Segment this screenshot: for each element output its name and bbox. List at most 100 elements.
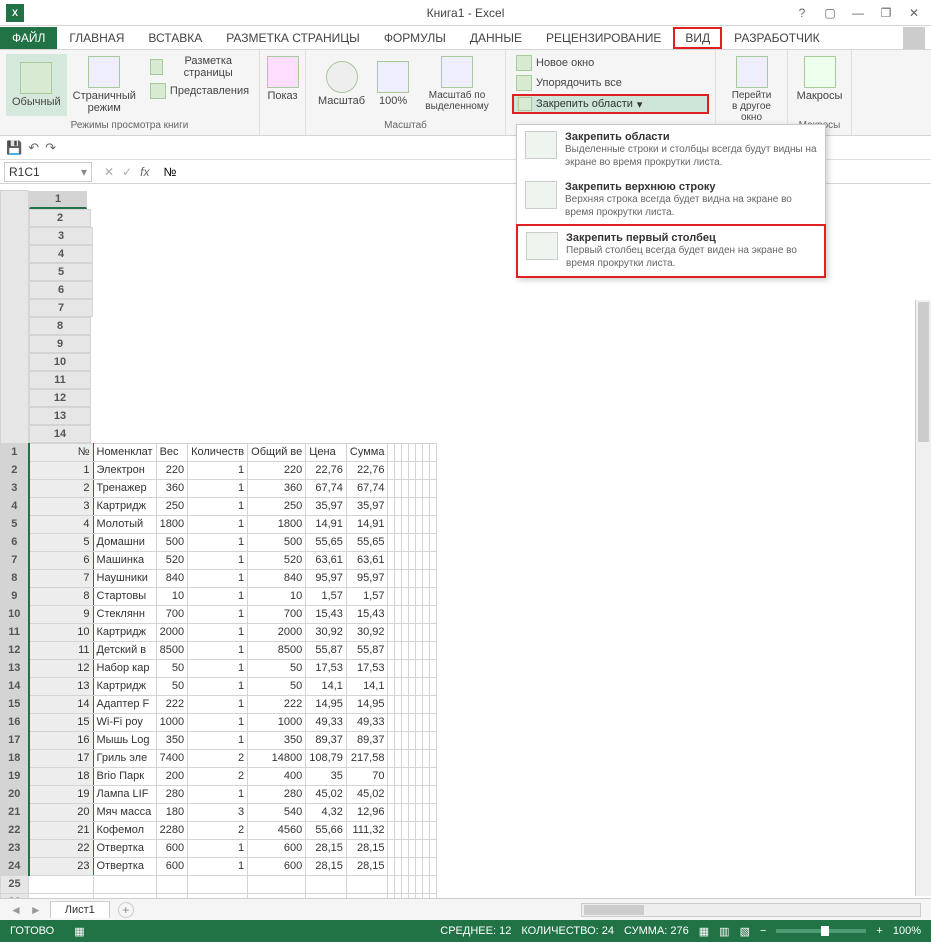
cell[interactable]: 30,92 [346,623,388,641]
cell[interactable]: 360 [248,479,306,497]
cell[interactable] [423,515,430,533]
freeze-panes-option[interactable]: Закрепить областиВыделенные строки и сто… [517,125,825,175]
cell[interactable]: 600 [156,857,187,875]
cell[interactable]: Тренажер [93,479,156,497]
minimize-button[interactable]: — [845,3,871,23]
zoom-100-button[interactable]: 100% [371,54,415,114]
cell[interactable]: 50 [248,659,306,677]
row-header[interactable]: 6 [1,533,29,551]
cell[interactable] [409,479,416,497]
cell[interactable]: 35,97 [346,497,388,515]
column-header[interactable]: 5 [29,263,93,281]
help-button[interactable]: ? [789,3,815,23]
save-button[interactable]: 💾 [6,140,22,156]
cell[interactable] [156,875,187,893]
cell[interactable]: 55,65 [346,533,388,551]
cell[interactable] [416,623,423,641]
cell[interactable] [416,767,423,785]
cell[interactable]: 15,43 [306,605,347,623]
cell[interactable] [402,623,409,641]
cell[interactable]: 14,1 [306,677,347,695]
cell[interactable] [388,857,395,875]
cell[interactable] [409,695,416,713]
cell[interactable] [395,767,402,785]
cell[interactable] [423,677,430,695]
cell[interactable]: Отвертка [93,839,156,857]
cell[interactable]: 1000 [156,713,187,731]
page-layout-button[interactable]: Разметка страницы [146,54,253,80]
cell[interactable] [388,713,395,731]
row-header[interactable]: 15 [1,695,29,713]
cell[interactable]: 55,87 [346,641,388,659]
cell[interactable]: Адаптер F [93,695,156,713]
cell[interactable] [402,785,409,803]
zoom-slider[interactable] [776,929,866,933]
row-header[interactable]: 16 [1,713,29,731]
row-header[interactable]: 7 [1,551,29,569]
cell[interactable] [409,533,416,551]
cell[interactable] [346,875,388,893]
cell[interactable]: 8500 [156,641,187,659]
cancel-formula-button[interactable]: ✕ [104,165,114,179]
cell[interactable]: Лампа LIF [93,785,156,803]
zoom-in-button[interactable]: + [876,925,882,937]
cell[interactable]: 17,53 [346,659,388,677]
cell[interactable] [416,695,423,713]
cell[interactable] [388,659,395,677]
cell[interactable]: Wi-Fi роу [93,713,156,731]
cell[interactable]: Молотый [93,515,156,533]
cell[interactable]: 14800 [248,749,306,767]
cell[interactable]: 4 [29,515,94,533]
cell[interactable] [416,875,423,893]
cell[interactable]: 840 [156,569,187,587]
cell[interactable]: 15 [29,713,94,731]
cell[interactable] [430,497,437,515]
cell[interactable] [423,767,430,785]
cell[interactable] [409,497,416,515]
row-header[interactable]: 25 [1,875,29,893]
cell[interactable] [395,677,402,695]
cell[interactable] [395,785,402,803]
row-header[interactable]: 5 [1,515,29,533]
cell[interactable]: 4,32 [306,803,347,821]
cell[interactable] [430,533,437,551]
cell[interactable] [430,857,437,875]
cell[interactable]: Отвертка [93,857,156,875]
cell[interactable]: 280 [156,785,187,803]
cell[interactable]: 28,15 [306,839,347,857]
cell[interactable] [402,821,409,839]
cell[interactable] [402,641,409,659]
macro-record-icon[interactable]: ▦ [74,925,84,938]
cell[interactable]: 22,76 [346,461,388,479]
cell[interactable] [423,479,430,497]
macros-button[interactable]: Макросы [794,54,845,104]
cell[interactable]: 520 [156,551,187,569]
cell[interactable]: 18 [29,767,94,785]
freeze-top-row-option[interactable]: Закрепить верхнюю строкуВерхняя строка в… [517,175,825,225]
cell[interactable]: 2 [188,749,248,767]
cell[interactable] [388,551,395,569]
cell[interactable] [430,605,437,623]
cell[interactable] [416,857,423,875]
cell[interactable]: 14,91 [306,515,347,533]
cell[interactable]: 55,87 [306,641,347,659]
cell[interactable] [402,731,409,749]
row-header[interactable]: 8 [1,569,29,587]
cell[interactable] [409,713,416,731]
fx-icon[interactable]: fx [140,165,149,179]
cell[interactable] [416,443,423,461]
cell[interactable]: 89,37 [306,731,347,749]
cell[interactable] [402,533,409,551]
cell[interactable] [423,443,430,461]
cell[interactable] [402,677,409,695]
cell[interactable]: 250 [156,497,187,515]
name-box[interactable]: R1C1▾ [4,162,92,182]
cell[interactable] [423,587,430,605]
cell[interactable]: 1 [188,533,248,551]
cell[interactable] [388,515,395,533]
cell[interactable]: 89,37 [346,731,388,749]
cell[interactable]: Стартовы [93,587,156,605]
cell[interactable] [423,839,430,857]
cell[interactable]: 17 [29,749,94,767]
cell[interactable]: Цена [306,443,347,461]
